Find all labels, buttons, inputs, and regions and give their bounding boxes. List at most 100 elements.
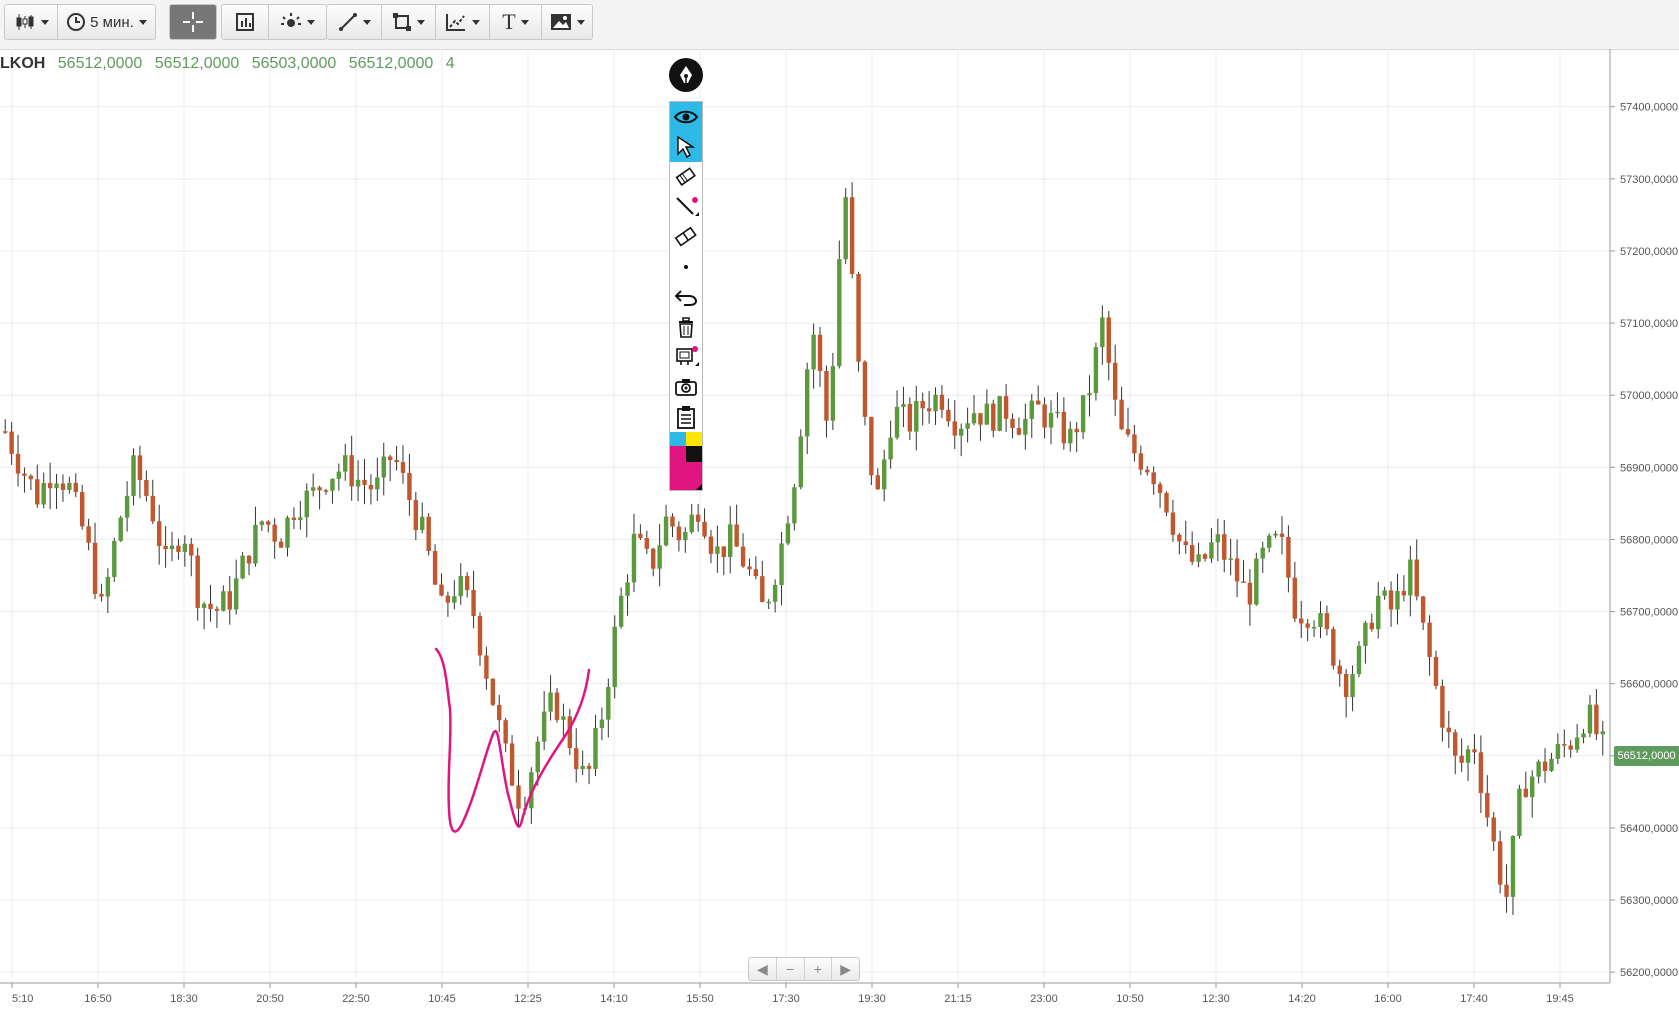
candle-up xyxy=(381,456,386,478)
candle-up xyxy=(1093,347,1099,394)
candle-down xyxy=(740,546,746,567)
candle-up xyxy=(772,584,778,602)
candle-up xyxy=(1356,645,1362,675)
candle-up xyxy=(997,396,1002,431)
scroll-right-button[interactable]: ▶ xyxy=(831,958,859,980)
marker-tool-button[interactable] xyxy=(670,162,702,192)
volume-value: 4 xyxy=(445,55,455,72)
screenshot-button[interactable] xyxy=(670,372,702,402)
crosshair-button[interactable] xyxy=(170,5,216,39)
candle-down xyxy=(1074,428,1079,433)
candle-down xyxy=(1523,788,1529,798)
toggle-visibility-button[interactable] xyxy=(670,102,702,132)
candle-up xyxy=(689,514,694,532)
candle-down xyxy=(721,546,727,558)
zoom-in-button[interactable]: + xyxy=(803,958,832,980)
candle-down xyxy=(1453,732,1458,756)
candle-down xyxy=(644,538,650,549)
candle-down xyxy=(1388,590,1394,610)
candle-up xyxy=(285,517,290,548)
copy-to-clipboard-button[interactable] xyxy=(670,402,702,432)
price-chart[interactable]: 5:10 16:50 18:30 20:50 22:50 10:45 12:25 14:10 1… xyxy=(0,49,1679,1013)
candle-down xyxy=(1145,469,1150,473)
crosshair-icon xyxy=(183,12,203,32)
candle-down xyxy=(907,404,913,432)
clipboard-icon xyxy=(677,406,695,429)
theme-button[interactable] xyxy=(268,5,326,39)
candle-down xyxy=(413,500,419,531)
candle-up xyxy=(1266,535,1272,548)
brush-size-button[interactable] xyxy=(670,252,702,282)
candle-down xyxy=(1016,428,1022,435)
candle-down xyxy=(484,655,489,679)
eraser-tool-button[interactable] xyxy=(670,222,702,252)
eye-icon xyxy=(674,110,698,124)
candle-down xyxy=(1414,559,1419,597)
clear-drawings-button[interactable] xyxy=(670,312,702,342)
candle-up xyxy=(901,404,906,407)
candle-up xyxy=(420,516,425,531)
image-tool-button[interactable] xyxy=(541,5,592,39)
candle-down xyxy=(1119,399,1124,430)
candle-up xyxy=(105,576,111,597)
candle-down xyxy=(1042,404,1047,428)
sun-icon xyxy=(281,13,301,27)
candle-up xyxy=(118,517,123,541)
text-tool-button[interactable]: T xyxy=(489,5,541,39)
candle-down xyxy=(1061,411,1067,444)
candle-down xyxy=(760,576,765,603)
candle-up xyxy=(355,479,361,487)
candle-down xyxy=(1343,673,1349,698)
candle-down xyxy=(246,555,252,564)
chevron-down-icon xyxy=(576,19,585,25)
candle-up xyxy=(593,727,598,769)
text-icon: T xyxy=(502,9,516,34)
fibonacci-tool-button[interactable] xyxy=(435,5,489,39)
select-tool-button[interactable] xyxy=(670,132,702,162)
candle-up xyxy=(618,595,624,627)
time-tick-label: 16:00 xyxy=(1374,993,1402,1005)
chart-type-button[interactable] xyxy=(5,5,57,39)
pen-drawing-handle[interactable] xyxy=(669,58,703,92)
candle-down xyxy=(1440,685,1445,728)
candle-down xyxy=(1568,745,1573,750)
pen-tool-button[interactable] xyxy=(670,192,702,222)
zoom-out-button[interactable]: − xyxy=(775,958,804,980)
candle-up xyxy=(663,516,669,546)
time-tick-label: 21:15 xyxy=(944,993,972,1005)
candle-down xyxy=(1170,512,1176,535)
bar-chart-icon xyxy=(236,13,254,31)
price-axis[interactable]: 57400,0000 57300,0000 57200,0000 57100,0000… xyxy=(1609,49,1678,983)
candle-up xyxy=(458,576,463,597)
color-palette-button[interactable] xyxy=(670,432,702,490)
undo-button[interactable] xyxy=(670,282,702,312)
candle-up xyxy=(259,521,265,525)
interval-button[interactable]: 5 мин. xyxy=(57,5,155,39)
low-value: 56503,0000 xyxy=(251,55,337,72)
candle-up xyxy=(971,413,977,424)
shape-tool-button[interactable] xyxy=(381,5,435,39)
candle-down xyxy=(99,593,104,597)
candle-up xyxy=(67,482,72,490)
candle-down xyxy=(272,524,277,542)
scroll-left-button[interactable]: ◀ xyxy=(749,958,776,980)
candle-down xyxy=(1125,429,1131,435)
price-tick-label: 56800,0000 xyxy=(1620,534,1678,546)
candle-down xyxy=(266,521,271,525)
candle-down xyxy=(208,603,213,609)
candle-up xyxy=(1196,554,1201,562)
candle-down xyxy=(9,431,14,454)
candle-up xyxy=(580,765,585,770)
candle-down xyxy=(92,542,98,594)
candle-down xyxy=(439,584,444,596)
price-tick-label: 57000,0000 xyxy=(1620,390,1678,402)
candle-up xyxy=(182,543,188,552)
stamp-tool-button[interactable] xyxy=(670,342,702,372)
indicators-button[interactable] xyxy=(222,5,268,39)
candle-up xyxy=(1465,749,1471,763)
indicators-group xyxy=(221,4,327,40)
candle-down xyxy=(22,473,27,476)
trendline-tool-button[interactable] xyxy=(327,5,381,39)
candle-up xyxy=(1029,400,1034,419)
price-tick-label: 57200,0000 xyxy=(1620,246,1678,258)
